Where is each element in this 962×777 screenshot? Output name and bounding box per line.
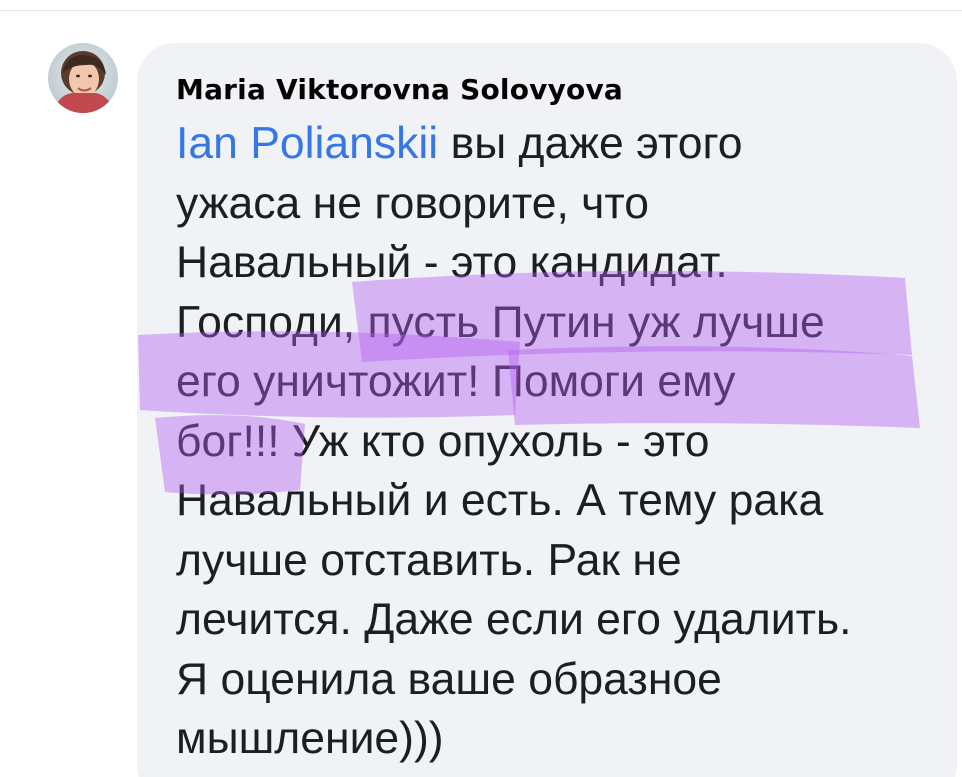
divider — [0, 10, 962, 11]
comment-line-11: мышление))) — [176, 714, 444, 763]
comment-body: Ian Polianskii вы даже этого ужаса не го… — [176, 114, 936, 769]
comment-line-7: Навальный и есть. А тему рака — [176, 476, 824, 525]
mention-link[interactable]: Ian Polianskii — [176, 119, 438, 168]
comment-line-2: ужаса не говорите, что — [176, 178, 649, 228]
comment-line-3: Навальный - это кандидат. — [176, 238, 728, 287]
comment-line-5: его уничтожит! Помоги ему — [176, 357, 736, 406]
comment-line-6: бог!!! Уж кто опухоль - это — [176, 416, 710, 466]
comment-author-name[interactable]: Maria Viktorovna Solovyova — [176, 70, 623, 110]
comment-line-9: лечится. Даже если его удалить. — [176, 595, 852, 644]
comment-line-1: Ian Polianskii вы даже этого — [176, 114, 936, 174]
author-avatar[interactable] — [48, 43, 118, 113]
comment-line-8: лучше отставить. Рак не — [176, 535, 682, 585]
comment-screenshot: Maria Viktorovna Solovyova Ian Polianski… — [0, 0, 962, 777]
comment-line-text: вы даже этого — [438, 119, 743, 168]
comment-line-10: Я оценила ваше образное — [176, 654, 722, 704]
avatar-photo-icon — [48, 43, 118, 113]
comment-line-4: Господи, пусть Путин уж лучше — [176, 297, 825, 347]
